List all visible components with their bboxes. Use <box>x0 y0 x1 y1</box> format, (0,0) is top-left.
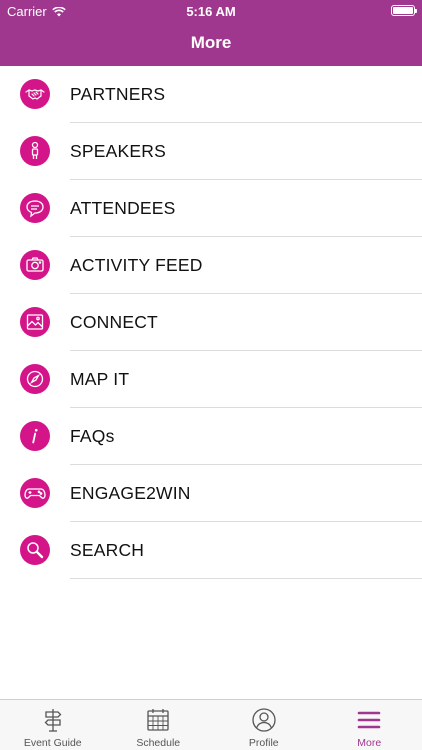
tab-label: Event Guide <box>23 737 82 749</box>
profile-icon <box>252 708 276 732</box>
handshake-icon <box>20 79 50 109</box>
menu-item-label: ENGAGE2WIN <box>70 483 191 503</box>
menu-item-label: SPEAKERS <box>70 141 166 161</box>
tab-bar: Event Guide Schedule Profile More <box>0 699 422 750</box>
chat-bubble-icon <box>20 193 50 223</box>
menu-item-faqs[interactable]: FAQs <box>0 408 422 465</box>
tab-profile[interactable]: Profile <box>211 700 317 750</box>
photo-icon <box>20 307 50 337</box>
divider <box>70 578 422 579</box>
battery-icon <box>391 5 417 16</box>
menu-item-label: ACTIVITY FEED <box>70 255 203 275</box>
status-bar: Carrier 5:16 AM <box>0 0 422 22</box>
menu-item-attendees[interactable]: ATTENDEES <box>0 180 422 237</box>
menu-item-speakers[interactable]: SPEAKERS <box>0 123 422 180</box>
tab-schedule[interactable]: Schedule <box>106 700 212 750</box>
page-title: More <box>190 33 232 52</box>
status-time: 5:16 AM <box>186 4 236 19</box>
tab-label: Profile <box>248 737 279 749</box>
tab-label: More <box>357 737 382 749</box>
menu-item-search[interactable]: SEARCH <box>0 522 422 579</box>
more-menu-list: PARTNERS SPEAKERS ATTENDEES ACTIVITY FEE… <box>0 66 422 579</box>
menu-item-label: PARTNERS <box>70 84 166 104</box>
menu-item-engage2win[interactable]: ENGAGE2WIN <box>0 465 422 522</box>
menu-item-activity-feed[interactable]: ACTIVITY FEED <box>0 237 422 294</box>
info-icon <box>20 421 50 451</box>
app-header: Carrier 5:16 AM More <box>0 0 422 66</box>
gamepad-icon <box>20 478 50 508</box>
menu-item-label: FAQs <box>70 426 115 446</box>
menu-item-map-it[interactable]: MAP IT <box>0 351 422 408</box>
tab-label: Schedule <box>136 737 181 749</box>
tab-event-guide[interactable]: Event Guide <box>0 700 106 750</box>
menu-item-label: SEARCH <box>70 540 145 560</box>
search-icon <box>20 535 50 565</box>
menu-item-label: ATTENDEES <box>70 198 176 218</box>
tab-more[interactable]: More <box>317 700 422 750</box>
camera-icon <box>20 250 50 280</box>
compass-icon <box>20 364 50 394</box>
menu-item-connect[interactable]: CONNECT <box>0 294 422 351</box>
menu-item-label: CONNECT <box>70 312 158 332</box>
menu-icon <box>357 711 381 729</box>
menu-item-label: MAP IT <box>70 369 130 389</box>
menu-item-partners[interactable]: PARTNERS <box>0 66 422 123</box>
calendar-icon <box>147 709 169 731</box>
signpost-icon <box>44 709 62 732</box>
speaker-person-icon <box>20 136 50 166</box>
